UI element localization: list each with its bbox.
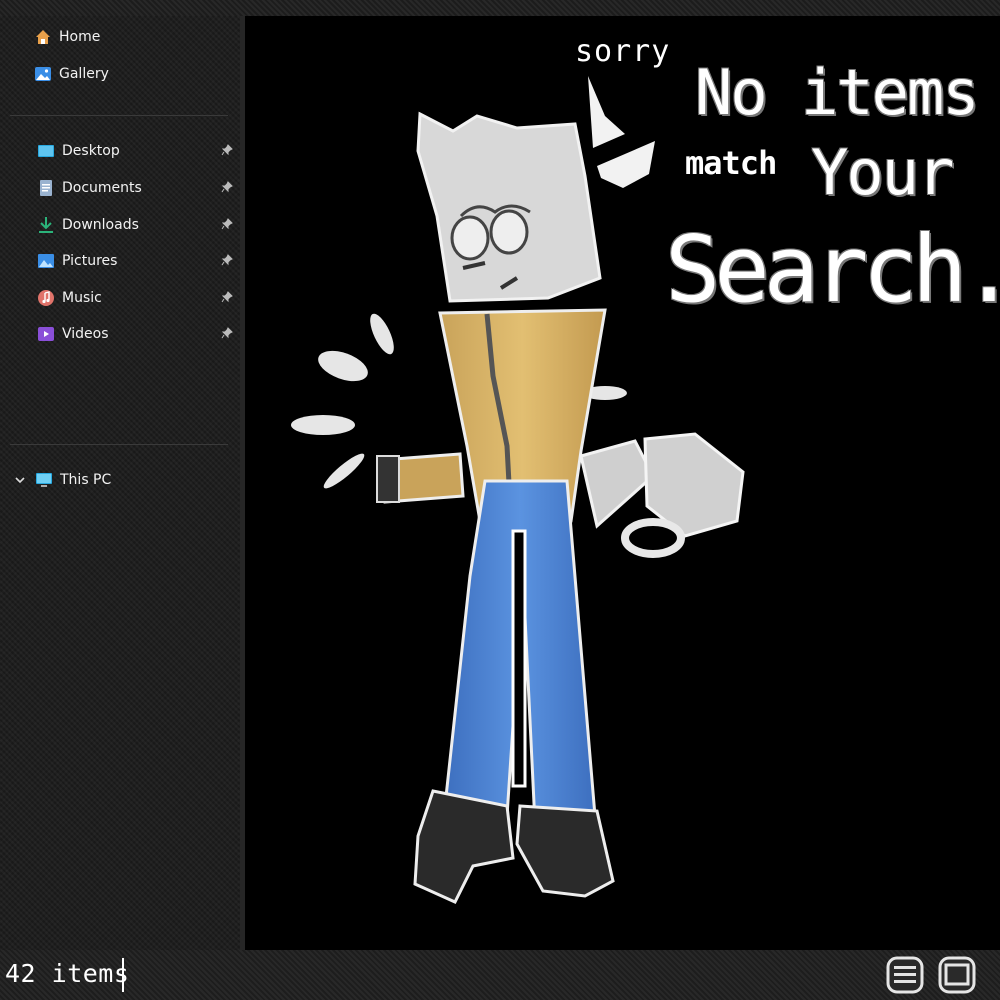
sidebar-item-desktop[interactable]: Desktop bbox=[0, 136, 276, 166]
title-bar bbox=[0, 0, 1000, 16]
pin-icon[interactable] bbox=[221, 291, 233, 307]
status-bar bbox=[0, 950, 1000, 1000]
sidebar-item-downloads[interactable]: Downloads bbox=[0, 210, 276, 240]
home-icon bbox=[33, 27, 53, 47]
details-view-button[interactable] bbox=[885, 955, 925, 995]
this-pc-icon bbox=[34, 470, 54, 490]
text-cursor bbox=[122, 958, 124, 992]
item-count: 42 items bbox=[5, 959, 130, 988]
pin-icon[interactable] bbox=[221, 144, 233, 160]
gallery-icon bbox=[33, 64, 53, 84]
pin-icon[interactable] bbox=[221, 327, 233, 343]
details-view-icon bbox=[886, 956, 924, 994]
empty-message-line1: No items bbox=[695, 56, 980, 129]
large-icons-view-icon bbox=[938, 956, 976, 994]
sidebar-item-gallery[interactable]: Gallery bbox=[0, 59, 273, 89]
sidebar-item-documents[interactable]: Documents bbox=[0, 173, 276, 203]
large-icons-view-button[interactable] bbox=[937, 955, 977, 995]
sidebar-item-this-pc[interactable]: This PC bbox=[0, 465, 250, 495]
pin-icon[interactable] bbox=[221, 254, 233, 270]
file-list-area[interactable]: sorry No items match Your Search. bbox=[245, 16, 1000, 950]
sidebar-item-music[interactable]: Music bbox=[0, 283, 276, 313]
chevron-down-icon[interactable] bbox=[10, 470, 30, 490]
sorry-text: sorry bbox=[575, 34, 671, 69]
desktop-icon bbox=[36, 141, 56, 161]
your-text: Your bbox=[811, 136, 954, 209]
documents-icon bbox=[36, 178, 56, 198]
pictures-icon bbox=[36, 251, 56, 271]
navigation-pane: Home Gallery Desktop Documents Downloads bbox=[0, 16, 240, 950]
match-text: match bbox=[685, 144, 777, 182]
divider bbox=[10, 444, 228, 445]
music-icon bbox=[36, 288, 56, 308]
pin-icon[interactable] bbox=[221, 218, 233, 234]
search-text: Search. bbox=[665, 216, 1000, 323]
downloads-icon bbox=[36, 215, 56, 235]
pin-icon[interactable] bbox=[221, 181, 233, 197]
sidebar-item-videos[interactable]: Videos bbox=[0, 319, 276, 349]
videos-icon bbox=[36, 324, 56, 344]
sidebar-item-pictures[interactable]: Pictures bbox=[0, 246, 276, 276]
sidebar-item-home[interactable]: Home bbox=[0, 22, 273, 52]
sidebar-item-label: This PC bbox=[60, 472, 112, 488]
divider bbox=[10, 115, 228, 116]
